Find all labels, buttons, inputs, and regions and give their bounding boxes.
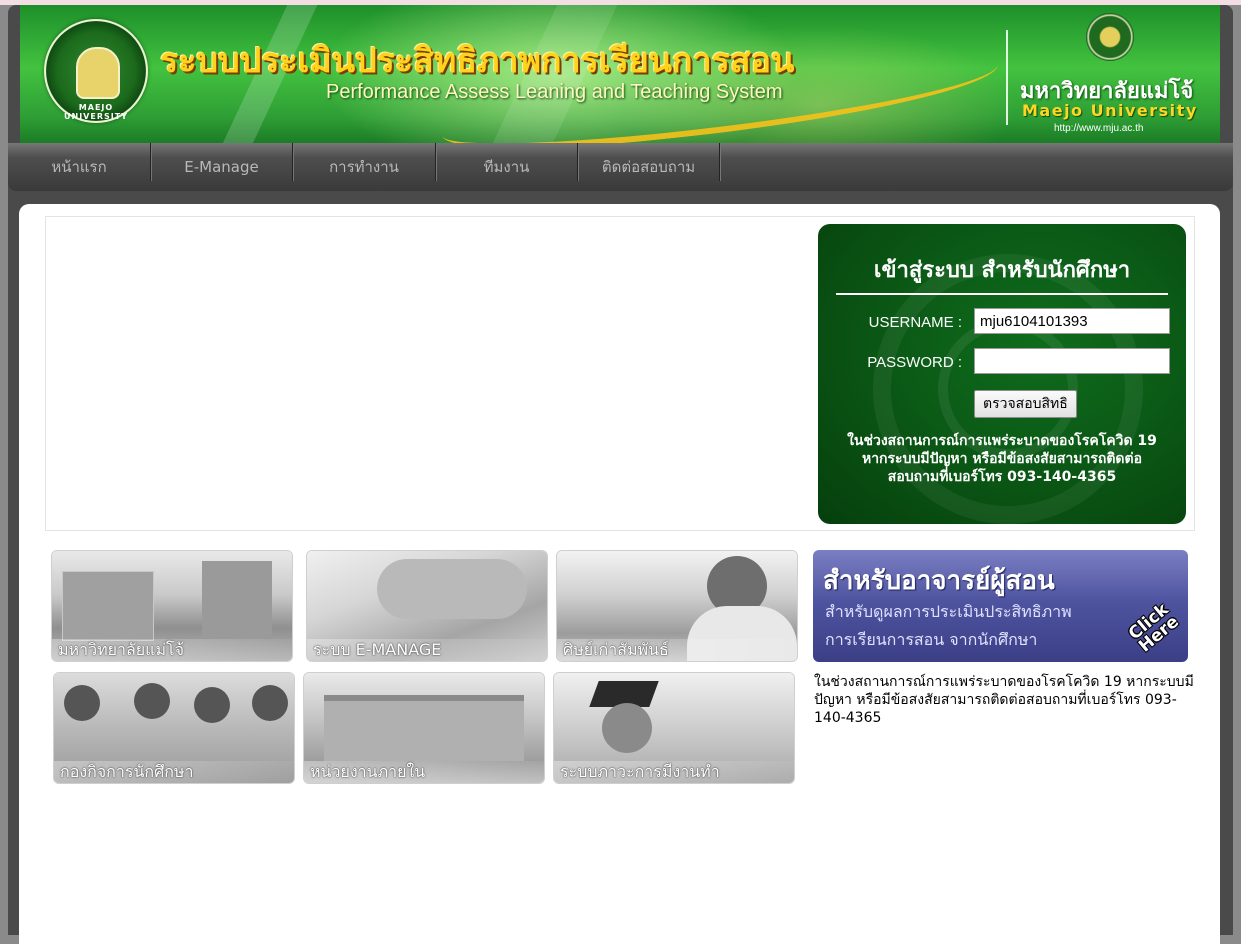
building-shape <box>324 695 524 761</box>
student-login-box: เข้าสู่ระบบ สำหรับนักศึกษา USERNAME : PA… <box>818 224 1186 524</box>
password-label: PASSWORD : <box>867 354 962 371</box>
system-title-thai: ระบบประเมินประสิทธิภาพการเรียนการสอน <box>160 41 795 81</box>
building-shape <box>62 571 154 641</box>
university-seal-logo: MAEJO UNIVERSITY <box>44 19 148 123</box>
username-input[interactable] <box>974 308 1170 334</box>
university-name-english: Maejo University <box>1022 101 1198 120</box>
university-url: http://www.mju.ac.th <box>1054 123 1144 134</box>
side-help-note: ในช่วงสถานการณ์การแพร่ระบาดของโรคโควิด 1… <box>814 674 1194 726</box>
tile-student-affairs[interactable]: กองกิจการนักศึกษา <box>53 672 295 784</box>
tile-employment-status[interactable]: ระบบภาวะการมีงานทำ <box>553 672 795 784</box>
teacher-banner-line-2: การเรียนการสอน จากนักศึกษา <box>825 630 1038 649</box>
nav-item-emanage[interactable]: E-Manage <box>151 143 293 181</box>
header-banner: MAEJO UNIVERSITY ระบบประเมินประสิทธิภาพก… <box>20 5 1220 145</box>
login-help-note: ในช่วงสถานการณ์การแพร่ระบาดของโรคโควิด 1… <box>828 432 1176 486</box>
click-here-label: Click Here <box>1125 600 1183 657</box>
login-note-line-3: สอบถามที่เบอร์โทร 093-140-4365 <box>887 469 1117 485</box>
tile-caption: หน่วยงานภายใน <box>304 761 544 783</box>
tile-internal-units[interactable]: หน่วยงานภายใน <box>303 672 545 784</box>
system-title-english: Performance Assess Leaning and Teaching … <box>326 81 783 103</box>
teacher-banner-line-1: สำหรับดูผลการประเมินประสิทธิภาพ <box>825 602 1072 621</box>
teacher-login-banner[interactable]: สำหรับอาจารย์ผู้สอน สำหรับดูผลการประเมิน… <box>813 550 1188 662</box>
building-shape-2 <box>202 561 272 639</box>
graduate-face-shape <box>602 703 652 753</box>
teacher-banner-title: สำหรับอาจารย์ผู้สอน <box>823 566 1055 596</box>
login-note-line-2: หากระบบมีปัญหา หรือมีข้อสงสัยสามารถติดต่… <box>861 451 1143 467</box>
login-submit-button[interactable]: ตรวจสอบสิทธิ <box>974 390 1077 418</box>
content-panel: เข้าสู่ระบบ สำหรับนักศึกษา USERNAME : PA… <box>19 204 1220 944</box>
tile-alumni[interactable]: ศิษย์เก่าสัมพันธ์ <box>556 550 798 662</box>
header-divider <box>1006 30 1008 125</box>
seal-text: MAEJO UNIVERSITY <box>64 103 128 121</box>
seal-emblem-icon <box>76 47 120 99</box>
tile-caption: ระบบภาวะการมีงานทำ <box>554 761 794 783</box>
tile-e-manage[interactable]: ระบบ E-MANAGE <box>306 550 548 662</box>
student-head-shape <box>252 685 288 721</box>
student-head-shape <box>134 683 170 719</box>
username-label: USERNAME : <box>868 314 962 331</box>
password-input[interactable] <box>974 348 1170 374</box>
nav-item-home[interactable]: หน้าแรก <box>8 143 151 181</box>
tile-caption: มหาวิทยาลัยแม่โจ้ <box>52 639 292 661</box>
student-head-shape <box>64 685 100 721</box>
main-nav: หน้าแรก E-Manage การทำงาน ทีมงาน ติดต่อส… <box>8 143 1233 191</box>
nav-item-contact[interactable]: ติดต่อสอบถาม <box>578 143 720 181</box>
login-note-line-1: ในช่วงสถานการณ์การแพร่ระบาดของโรคโควิด 1… <box>847 433 1157 449</box>
nav-item-team[interactable]: ทีมงาน <box>436 143 578 181</box>
nav-item-work[interactable]: การทำงาน <box>293 143 436 181</box>
tile-caption: ระบบ E-MANAGE <box>307 639 547 661</box>
tile-caption: ศิษย์เก่าสัมพันธ์ <box>557 639 797 661</box>
student-head-shape <box>194 687 230 723</box>
tile-maejo-university[interactable]: มหาวิทยาลัยแม่โจ้ <box>51 550 293 662</box>
login-title: เข้าสู่ระบบ สำหรับนักศึกษา <box>836 252 1168 295</box>
hands-keyboard-shape <box>377 559 527 619</box>
tile-caption: กองกิจการนักศึกษา <box>54 761 294 783</box>
university-small-seal-icon <box>1086 13 1134 61</box>
